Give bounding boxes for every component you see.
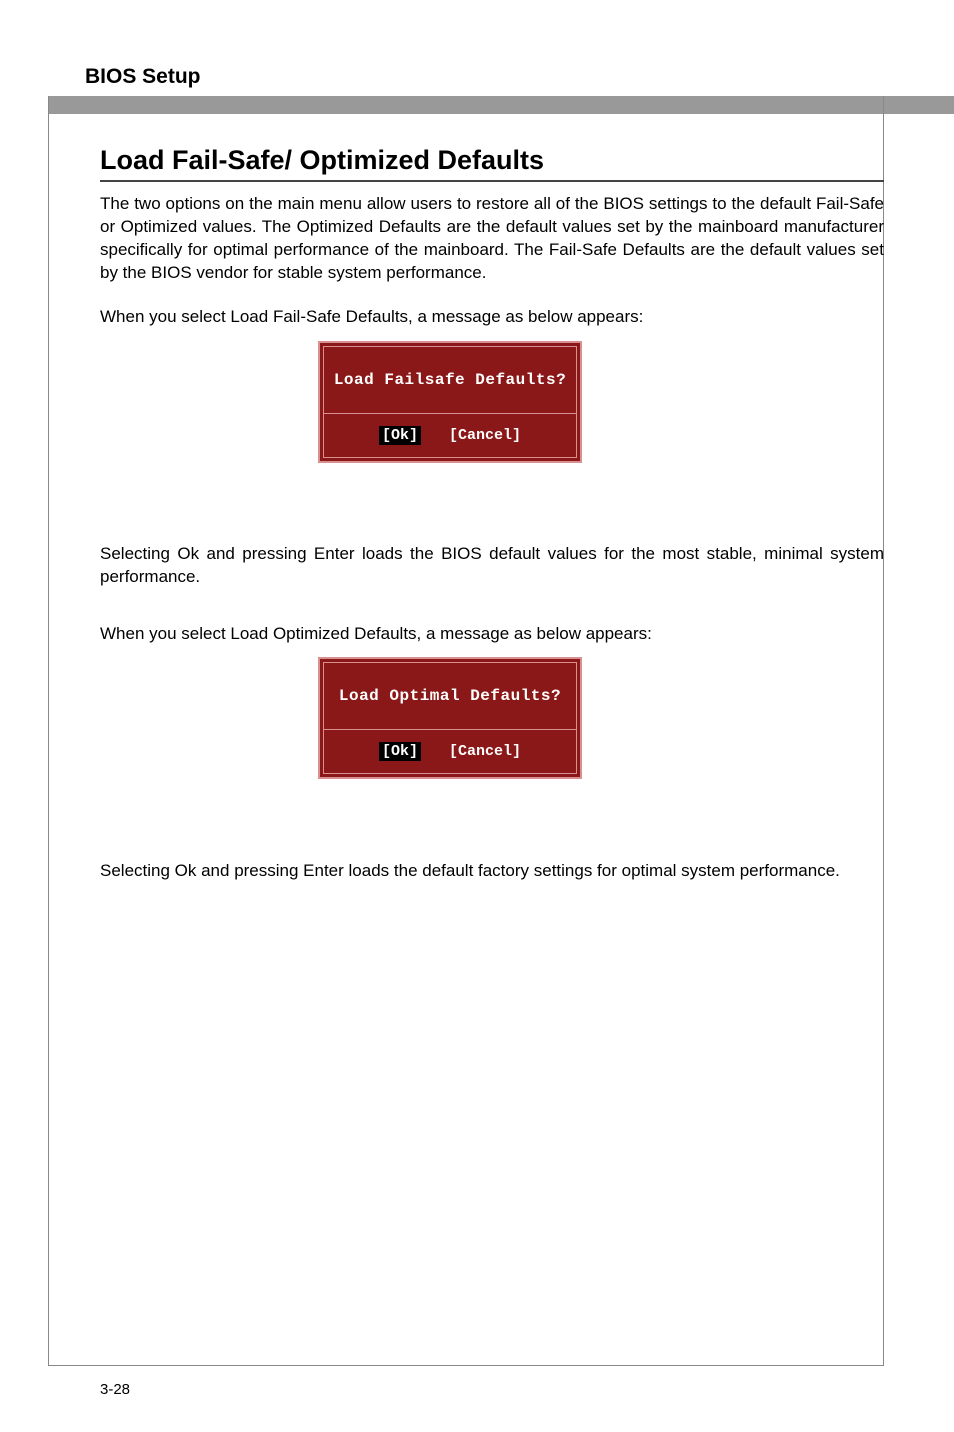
cancel-button[interactable]: [Cancel] bbox=[449, 427, 521, 444]
paragraph-intro: The two options on the main menu allow u… bbox=[100, 193, 884, 285]
section-title: Load Fail-Safe/ Optimized Defaults bbox=[100, 145, 884, 182]
page-number: 3-28 bbox=[100, 1381, 130, 1398]
paragraph-failsafe-result: Selecting Ok and pressing Enter loads th… bbox=[100, 543, 884, 589]
ok-button[interactable]: [Ok] bbox=[379, 426, 421, 445]
dialog-failsafe-question: Load Failsafe Defaults? bbox=[324, 347, 576, 414]
page-header: BIOS Setup bbox=[85, 65, 954, 95]
dialog-optimal-buttons: [Ok] [Cancel] bbox=[324, 730, 576, 773]
paragraph-failsafe-prompt: When you select Load Fail-Safe Defaults,… bbox=[100, 306, 884, 329]
ok-button[interactable]: [Ok] bbox=[379, 742, 421, 761]
dialog-failsafe-buttons: [Ok] [Cancel] bbox=[324, 414, 576, 457]
dialog-load-failsafe: Load Failsafe Defaults? [Ok] [Cancel] bbox=[318, 341, 582, 463]
paragraph-optimized-prompt: When you select Load Optimized Defaults,… bbox=[100, 623, 884, 646]
cancel-button[interactable]: [Cancel] bbox=[449, 743, 521, 760]
paragraph-optimized-result: Selecting Ok and pressing Enter loads th… bbox=[100, 860, 884, 883]
dialog-optimal-question: Load Optimal Defaults? bbox=[324, 663, 576, 730]
dialog-load-optimal: Load Optimal Defaults? [Ok] [Cancel] bbox=[318, 657, 582, 779]
